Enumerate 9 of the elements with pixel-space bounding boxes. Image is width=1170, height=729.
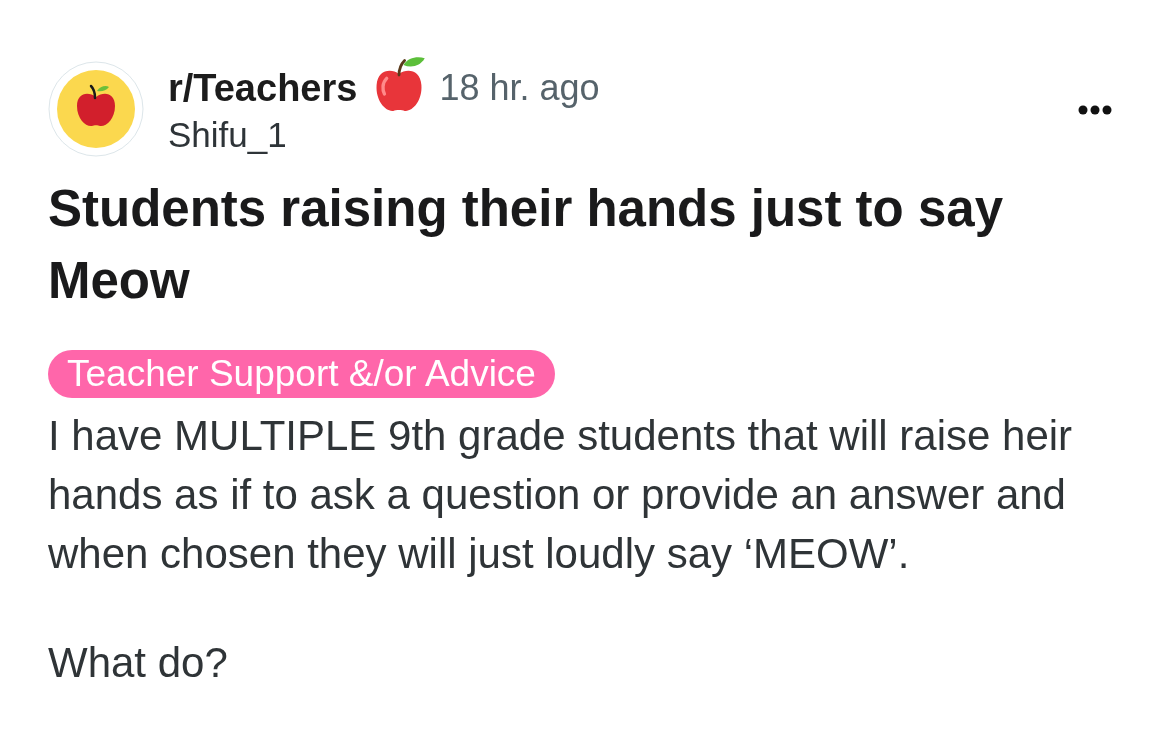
post-paragraph: What do? bbox=[48, 638, 229, 688]
community-link[interactable]: r/Teachers bbox=[168, 66, 358, 110]
apple-avatar-icon[interactable] bbox=[48, 61, 144, 157]
author-name[interactable]: Shifu_1 bbox=[168, 115, 287, 155]
post-paragraph: I have MULTIPLE 9th grade students that will raise heir hands as if to ask a question or provide an answer and when chosen they will just loudly say ‘MEOW’. bbox=[48, 411, 1074, 579]
flair-tag: Teacher Support &/or Advice bbox=[48, 350, 555, 398]
post-time: 18 hr. ago bbox=[439, 67, 600, 109]
post-title: Students raising their hands just to say Meow bbox=[48, 179, 1004, 311]
more-icon bbox=[1078, 105, 1112, 115]
